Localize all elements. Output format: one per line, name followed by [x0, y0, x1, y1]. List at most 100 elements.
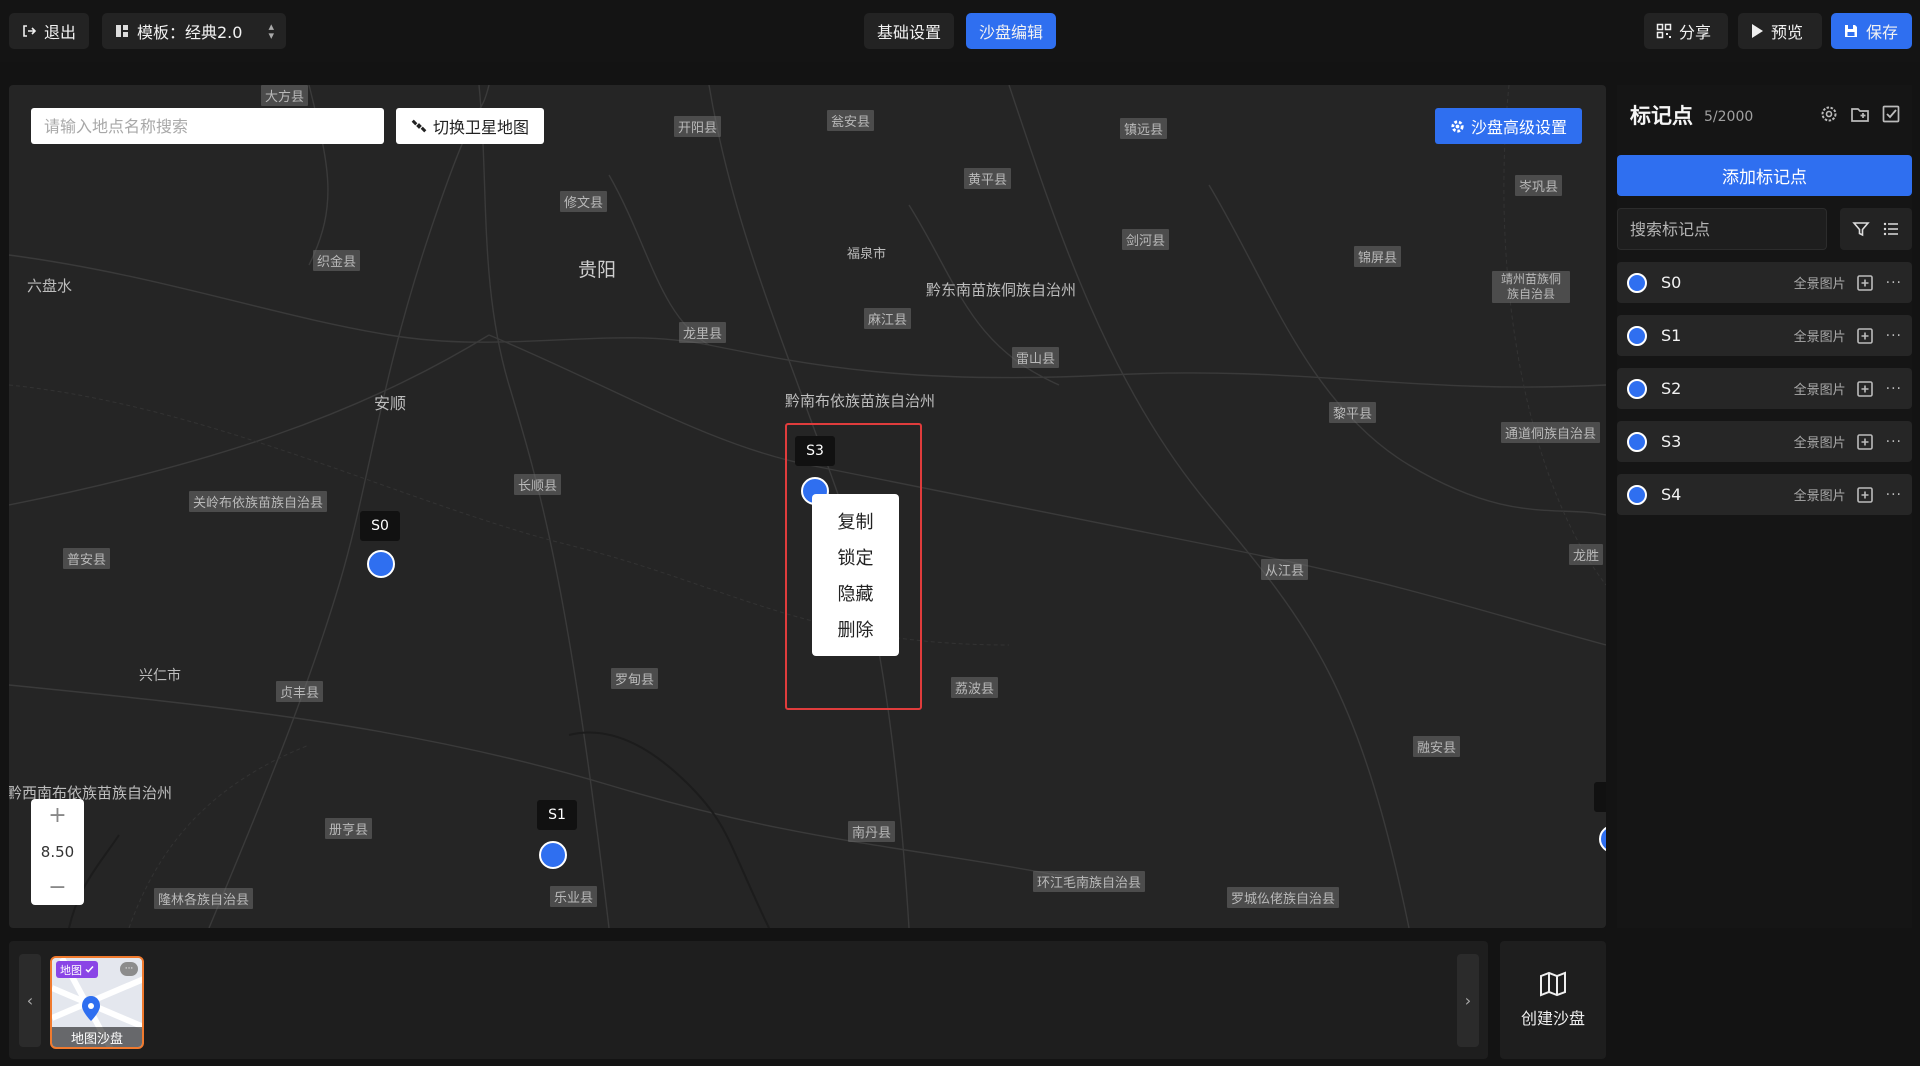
map-badge: 地图	[56, 961, 98, 978]
city-label: 黔南布依族苗族自治州	[785, 392, 936, 410]
more-icon[interactable]: ···	[1886, 328, 1902, 344]
panel-title: 标记点	[1630, 104, 1693, 128]
gear-icon	[1451, 119, 1464, 133]
map-label: 大方县	[261, 85, 309, 106]
map-canvas[interactable]: 切换卫星地图 沙盘高级设置 大方县 开阳县 瓮安县 镇远县 修文县 黄平县 岑巩…	[9, 85, 1606, 928]
create-sandbox-button[interactable]: 创建沙盘	[1500, 941, 1606, 1059]
share-button[interactable]: 分享	[1644, 13, 1728, 49]
sort-caret-icon: ▴ ▾	[268, 20, 274, 42]
more-icon[interactable]: ···	[1886, 275, 1902, 291]
add-image-icon[interactable]	[1856, 433, 1874, 451]
template-icon	[116, 25, 128, 37]
exit-button[interactable]: 退出	[9, 13, 89, 49]
scroll-left-button[interactable]: ‹	[19, 954, 41, 1047]
map-pin-s1[interactable]	[539, 841, 567, 869]
more-icon[interactable]: ···	[1886, 434, 1902, 450]
filter-icon[interactable]	[1852, 220, 1870, 238]
map-pin-s0[interactable]	[367, 550, 395, 578]
city-label: 六盘水	[27, 277, 73, 295]
save-button[interactable]: 保存	[1831, 13, 1912, 49]
template-selector[interactable]: 模板：经典2.0 ▴ ▾	[102, 13, 286, 49]
map-label: 隆林各族自治县	[154, 888, 254, 909]
add-image-icon[interactable]	[1856, 486, 1874, 504]
map-label: 镇远县	[1120, 118, 1168, 139]
settings-icon[interactable]	[1818, 103, 1840, 125]
map-label: 罗城仫佬族自治县	[1227, 887, 1340, 908]
map-book-icon	[1540, 971, 1566, 997]
advanced-settings-label: 沙盘高级设置	[1470, 118, 1567, 137]
panorama-link[interactable]: 全景图片	[1794, 326, 1846, 345]
marker-name: S2	[1661, 379, 1682, 398]
marker-item-s1[interactable]: S1 全景图片 ···	[1617, 315, 1912, 356]
marker-name: S3	[1661, 432, 1682, 451]
pin-context-menu: 复制 锁定 隐藏 删除	[812, 494, 899, 656]
add-marker-button[interactable]: 添加标记点	[1617, 155, 1912, 196]
map-label: 靖州苗族侗族自治县	[1492, 271, 1570, 303]
marker-item-s4[interactable]: S4 全景图片 ···	[1617, 474, 1912, 515]
marker-dot-icon	[1627, 484, 1647, 505]
map-label: 龙胜	[1569, 544, 1604, 565]
tab-basic-label: 基础设置	[876, 23, 941, 42]
sandbox-thumbnail[interactable]: 地图 ··· 地图沙盘	[50, 956, 144, 1049]
more-icon[interactable]: ···	[1886, 381, 1902, 397]
add-marker-label: 添加标记点	[1722, 168, 1807, 188]
pin-tag-s0: S0	[360, 511, 400, 541]
tab-sandbox-edit[interactable]: 沙盘编辑	[966, 13, 1056, 49]
marker-list: S0 全景图片 ··· S1 全景图片 ··· S2 全景图片 ··· S3 全…	[1617, 262, 1912, 527]
marker-search-input[interactable]	[1617, 208, 1827, 250]
map-label: 册亨县	[325, 818, 373, 839]
pin-tag-offscreen	[1594, 782, 1606, 812]
batch-select-icon[interactable]	[1880, 103, 1902, 125]
add-image-icon[interactable]	[1856, 274, 1874, 292]
marker-item-s2[interactable]: S2 全景图片 ···	[1617, 368, 1912, 409]
tab-basic-settings[interactable]: 基础设置	[864, 13, 954, 49]
import-folder-icon[interactable]	[1849, 103, 1871, 125]
map-label: 融安县	[1413, 736, 1461, 757]
map-label: 黄平县	[964, 168, 1012, 189]
map-label: 瓮安县	[827, 110, 875, 131]
switch-satellite-button[interactable]: 切换卫星地图	[396, 108, 544, 144]
context-lock[interactable]: 锁定	[812, 539, 899, 575]
panorama-link[interactable]: 全景图片	[1794, 273, 1846, 292]
map-label: 黎平县	[1329, 402, 1377, 423]
play-icon	[1752, 24, 1763, 38]
switch-satellite-label: 切换卫星地图	[432, 118, 529, 137]
map-label: 修文县	[560, 191, 608, 212]
preview-button[interactable]: 预览	[1738, 13, 1822, 49]
pin-tag-s3: S3	[795, 436, 835, 466]
map-label: 通道侗族自治县	[1501, 422, 1601, 443]
zoom-in-button[interactable]: +	[48, 805, 66, 827]
map-label: 开阳县	[674, 116, 722, 137]
scroll-right-button[interactable]: ›	[1457, 954, 1479, 1047]
marker-name: S4	[1661, 485, 1682, 504]
map-search-input[interactable]	[31, 108, 384, 144]
marker-item-s0[interactable]: S0 全景图片 ···	[1617, 262, 1912, 303]
marker-name: S0	[1661, 273, 1682, 292]
context-copy[interactable]: 复制	[812, 503, 899, 539]
advanced-settings-button[interactable]: 沙盘高级设置	[1435, 108, 1582, 144]
sandbox-strip: ‹ 地图 ··· 地图沙盘 ›	[9, 941, 1488, 1059]
add-image-icon[interactable]	[1856, 380, 1874, 398]
zoom-out-button[interactable]: −	[48, 877, 66, 899]
thumbnail-more-icon[interactable]: ···	[120, 962, 138, 976]
map-label: 环江毛南族自治县	[1033, 871, 1146, 892]
panorama-link[interactable]: 全景图片	[1794, 485, 1846, 504]
marker-item-s3[interactable]: S3 全景图片 ···	[1617, 421, 1912, 462]
map-badge-label: 地图	[60, 963, 82, 977]
panorama-link[interactable]: 全景图片	[1794, 379, 1846, 398]
marker-dot-icon	[1627, 431, 1647, 452]
context-delete[interactable]: 删除	[812, 611, 899, 647]
map-label: 麻江县	[864, 308, 912, 329]
list-icon[interactable]	[1882, 220, 1900, 238]
city-label: 福泉市	[847, 247, 887, 262]
context-hide[interactable]: 隐藏	[812, 575, 899, 611]
more-icon[interactable]: ···	[1886, 487, 1902, 503]
pin-tag-s1: S1	[537, 800, 577, 830]
top-bar: 退出 模板：经典2.0 ▴ ▾ 基础设置 沙盘编辑 分享 预览 保存	[0, 0, 1920, 62]
map-label: 从江县	[1261, 559, 1309, 580]
filter-button[interactable]	[1840, 208, 1912, 250]
city-label: 贵阳	[578, 259, 617, 281]
add-image-icon[interactable]	[1856, 327, 1874, 345]
panorama-link[interactable]: 全景图片	[1794, 432, 1846, 451]
exit-icon	[23, 25, 37, 37]
